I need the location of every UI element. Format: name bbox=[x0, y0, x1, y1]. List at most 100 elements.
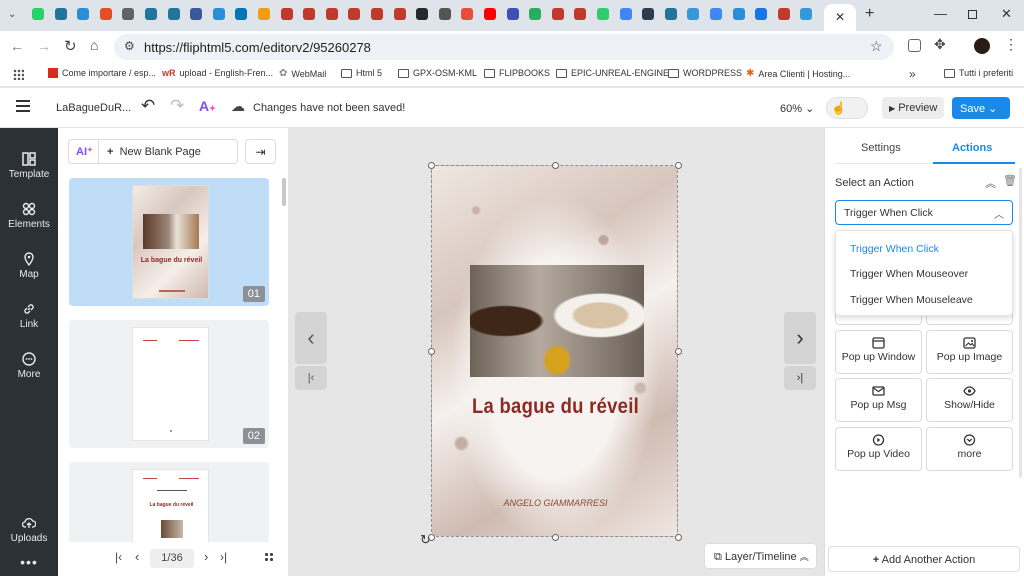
rail-item-more[interactable]: More bbox=[0, 352, 58, 380]
reload-icon[interactable]: ↻ bbox=[64, 37, 77, 55]
resize-handle[interactable] bbox=[428, 162, 435, 169]
tab-favicon-icon[interactable] bbox=[597, 8, 609, 20]
bookmark-item[interactable]: Come importare / esp... bbox=[48, 68, 156, 78]
page-counter-input[interactable]: 1/36 bbox=[150, 549, 194, 568]
tab-favicon-icon[interactable] bbox=[484, 8, 496, 20]
bookmark-folder[interactable]: GPX-OSM-KML bbox=[398, 68, 477, 78]
bookmark-item[interactable]: ✱ Area Clienti | Hosting... bbox=[746, 68, 850, 79]
next-page-icon[interactable]: › bbox=[204, 549, 208, 564]
tab-favicon-icon[interactable] bbox=[167, 8, 180, 20]
extensions-puzzle-icon[interactable]: ✥ bbox=[934, 36, 946, 53]
preview-button[interactable]: ▶ Preview bbox=[882, 97, 944, 119]
last-page-icon[interactable]: ›| bbox=[220, 550, 227, 564]
document-title[interactable]: LaBagueDuR... bbox=[56, 102, 131, 114]
rail-item-template[interactable]: Template bbox=[0, 152, 58, 180]
home-icon[interactable]: ⌂ bbox=[90, 37, 98, 53]
window-close-icon[interactable]: ✕ bbox=[1001, 6, 1012, 22]
dropdown-option-click[interactable]: Trigger When Click bbox=[850, 243, 939, 255]
new-blank-page-button[interactable]: + New Blank Page bbox=[98, 139, 238, 164]
action-popup-msg-button[interactable]: Pop up Msg bbox=[835, 378, 922, 422]
resize-handle[interactable] bbox=[551, 534, 559, 541]
tab-favicon-icon[interactable] bbox=[235, 8, 248, 20]
tab-favicon-icon[interactable] bbox=[145, 8, 157, 20]
rail-item-link[interactable]: Link bbox=[0, 302, 58, 330]
page-thumb-2[interactable]: 02 bbox=[69, 320, 269, 448]
tab-favicon-icon[interactable] bbox=[325, 8, 338, 20]
prev-page-icon[interactable]: ‹ bbox=[135, 549, 139, 564]
tab-favicon-icon[interactable] bbox=[687, 8, 700, 20]
minimize-icon[interactable]: — bbox=[934, 6, 947, 21]
dropdown-option-mouseover[interactable]: Trigger When Mouseover bbox=[850, 268, 968, 280]
redo-icon[interactable]: ↷ bbox=[170, 96, 184, 116]
first-page-icon[interactable]: |‹ bbox=[115, 550, 122, 564]
resize-handle[interactable] bbox=[551, 162, 559, 169]
ai-assistant-icon[interactable]: A✦ bbox=[199, 98, 216, 114]
rail-overflow-icon[interactable]: ••• bbox=[0, 554, 58, 570]
prev-spread-button[interactable]: ‹ bbox=[295, 312, 327, 364]
restore-icon[interactable] bbox=[968, 10, 977, 19]
tab-favicon-icon[interactable] bbox=[732, 8, 745, 20]
resize-handle[interactable] bbox=[428, 348, 435, 355]
import-page-button[interactable]: ⇥ bbox=[245, 139, 276, 164]
trigger-select[interactable]: Trigger When Click ︿ bbox=[835, 200, 1013, 225]
tab-favicon-icon[interactable] bbox=[506, 8, 519, 20]
resize-handle[interactable] bbox=[675, 162, 682, 169]
zoom-select[interactable]: 60% ⌄ bbox=[780, 102, 814, 115]
resize-handle[interactable] bbox=[675, 348, 682, 355]
tab-favicon-icon[interactable] bbox=[99, 8, 112, 20]
more-bookmarks-icon[interactable]: » bbox=[909, 67, 916, 81]
active-tab[interactable]: ✕ bbox=[824, 4, 856, 31]
tab-favicon-icon[interactable] bbox=[371, 8, 383, 20]
tab-favicon-icon[interactable] bbox=[551, 8, 564, 20]
last-spread-button[interactable]: ›| bbox=[784, 366, 816, 390]
bookmark-star-icon[interactable]: ☆ bbox=[870, 38, 883, 55]
next-spread-button[interactable]: › bbox=[784, 312, 816, 364]
tab-close-icon[interactable]: ✕ bbox=[835, 10, 845, 24]
profile-avatar[interactable] bbox=[974, 38, 990, 54]
bookmark-folder[interactable]: Tutti i preferiti bbox=[944, 68, 1013, 78]
action-popup-window-button[interactable]: Pop up Window bbox=[835, 330, 922, 374]
tab-favicon-icon[interactable] bbox=[461, 8, 474, 20]
back-icon[interactable]: ← bbox=[10, 38, 24, 54]
tab-favicon-icon[interactable] bbox=[190, 8, 203, 20]
bookmark-folder[interactable]: FLIPBOOKS bbox=[484, 68, 550, 78]
panel-scrollbar[interactable] bbox=[1019, 168, 1022, 478]
action-more-button[interactable]: more bbox=[926, 427, 1013, 471]
forward-icon[interactable]: → bbox=[37, 38, 51, 54]
tab-favicon-icon[interactable] bbox=[348, 8, 361, 20]
collapse-icon[interactable]: ︽ bbox=[985, 175, 996, 191]
tab-search-icon[interactable]: ⌄ bbox=[8, 9, 16, 20]
tab-favicon-icon[interactable] bbox=[529, 8, 542, 20]
undo-icon[interactable]: ↶ bbox=[141, 96, 155, 116]
tab-favicon-icon[interactable] bbox=[122, 8, 135, 20]
tab-favicon-icon[interactable] bbox=[303, 8, 316, 20]
tab-favicon-icon[interactable] bbox=[416, 8, 429, 20]
page-thumb-3[interactable]: La bague du réveil bbox=[69, 462, 269, 552]
tab-favicon-icon[interactable] bbox=[77, 8, 90, 20]
page-thumb-1[interactable]: La bague du réveil 01 bbox=[69, 178, 269, 306]
extension-icon[interactable] bbox=[908, 39, 921, 52]
thumb-scrollbar[interactable] bbox=[282, 178, 286, 206]
browser-menu-icon[interactable]: ⋮ bbox=[1004, 36, 1018, 53]
action-show-hide-button[interactable]: Show/Hide bbox=[926, 378, 1013, 422]
ai-page-button[interactable]: AI✦ bbox=[68, 139, 98, 164]
resize-handle[interactable] bbox=[675, 534, 682, 541]
bookmark-item[interactable]: wR upload - English-Fren... bbox=[162, 68, 273, 78]
add-another-action-button[interactable]: + Add Another Action bbox=[828, 546, 1020, 572]
bookmark-folder[interactable]: EPIC-UNREAL-ENGINE bbox=[556, 68, 669, 78]
rail-item-uploads[interactable]: Uploads bbox=[0, 516, 58, 544]
action-popup-image-button[interactable]: Pop up Image bbox=[926, 330, 1013, 374]
rail-item-map[interactable]: Map bbox=[0, 252, 58, 280]
first-spread-button[interactable]: |‹ bbox=[295, 366, 327, 390]
layer-timeline-button[interactable]: ⧉ Layer/Timeline ︽ bbox=[704, 543, 817, 569]
delete-icon[interactable]: 🗑 bbox=[1003, 174, 1017, 187]
address-bar[interactable]: ⚙ https://fliphtml5.com/editorv2/9526027… bbox=[114, 34, 894, 60]
tab-favicon-icon[interactable] bbox=[664, 8, 677, 20]
tab-favicon-icon[interactable] bbox=[280, 8, 293, 20]
new-tab-icon[interactable]: + bbox=[865, 5, 874, 23]
tab-favicon-icon[interactable] bbox=[258, 8, 270, 20]
tab-favicon-icon[interactable] bbox=[54, 8, 67, 20]
tab-favicon-icon[interactable] bbox=[642, 8, 655, 20]
tab-favicon-icon[interactable] bbox=[32, 8, 44, 20]
tab-favicon-icon[interactable] bbox=[212, 8, 225, 20]
